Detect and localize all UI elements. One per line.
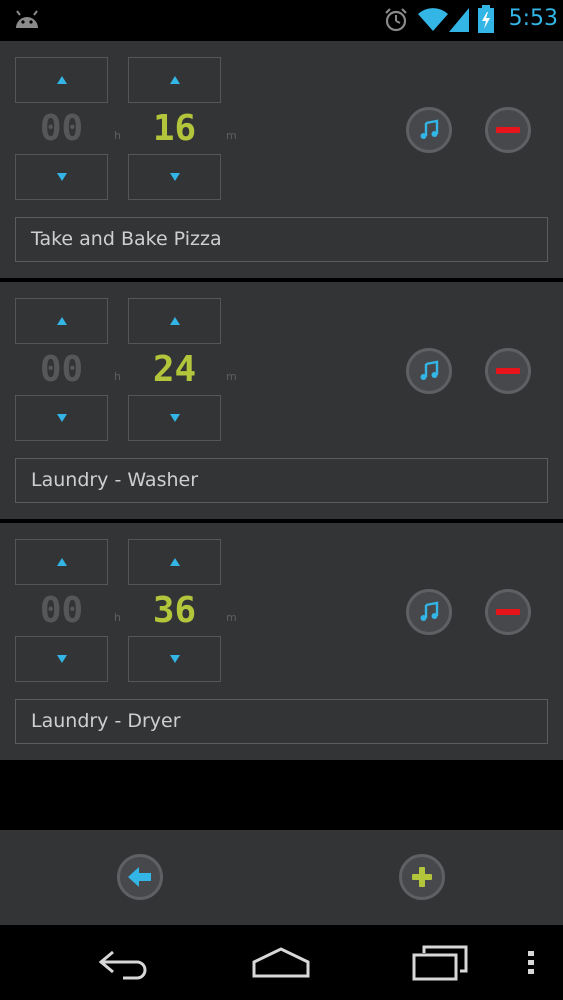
remove-timer-button[interactable] (485, 348, 531, 394)
minutes-value: 16 (152, 108, 197, 149)
triangle-down-icon (169, 655, 180, 663)
sound-button[interactable] (406, 348, 452, 394)
minutes-unit-label: m (226, 611, 237, 624)
minutes-decrement-button[interactable] (128, 154, 221, 200)
minutes-decrement-button[interactable] (128, 636, 221, 682)
hours-decrement-button[interactable] (15, 636, 108, 682)
triangle-up-icon (56, 76, 67, 84)
hours-decrement-button[interactable] (15, 154, 108, 200)
battery-charging-icon (478, 5, 494, 33)
hours-value: 00 (39, 590, 84, 631)
bottom-action-bar (0, 830, 563, 925)
sound-button[interactable] (406, 107, 452, 153)
overflow-menu-icon[interactable] (527, 950, 535, 976)
hours-decrement-button[interactable] (15, 395, 108, 441)
minutes-increment-button[interactable] (128, 539, 221, 585)
back-icon[interactable] (97, 948, 153, 980)
status-clock: 5:53 (508, 6, 558, 31)
minutes-value: 36 (152, 590, 197, 631)
triangle-up-icon (169, 317, 180, 325)
hours-increment-button[interactable] (15, 298, 108, 344)
hours-value: 00 (39, 349, 84, 390)
timer-card: 00 h 16 m Take and Bake Pizza (0, 41, 563, 278)
triangle-down-icon (56, 173, 67, 181)
triangle-down-icon (56, 655, 67, 663)
timer-card: 00 h 36 m Laundry - Dryer (0, 523, 563, 760)
triangle-up-icon (56, 317, 67, 325)
signal-icon (449, 8, 469, 32)
triangle-down-icon (169, 414, 180, 422)
minus-icon (496, 127, 520, 133)
triangle-down-icon (56, 414, 67, 422)
remove-timer-button[interactable] (485, 107, 531, 153)
arrow-left-icon (128, 867, 151, 887)
triangle-up-icon (169, 76, 180, 84)
minus-icon (496, 368, 520, 374)
music-note-icon (420, 360, 439, 380)
timer-name-field[interactable]: Laundry - Dryer (15, 699, 548, 744)
music-note-icon (420, 601, 439, 621)
sound-button[interactable] (406, 589, 452, 635)
android-icon (16, 10, 38, 28)
recent-apps-icon[interactable] (410, 945, 470, 981)
minutes-decrement-button[interactable] (128, 395, 221, 441)
minutes-increment-button[interactable] (128, 298, 221, 344)
minutes-unit-label: m (226, 129, 237, 142)
minutes-unit-label: m (226, 370, 237, 383)
timer-name-field[interactable]: Take and Bake Pizza (15, 217, 548, 262)
triangle-up-icon (169, 558, 180, 566)
minus-icon (496, 609, 520, 615)
add-timer-button[interactable] (399, 854, 445, 900)
alarm-icon (385, 8, 407, 32)
wifi-icon (418, 8, 448, 31)
back-button[interactable] (117, 854, 163, 900)
plus-icon (412, 867, 432, 887)
triangle-up-icon (56, 558, 67, 566)
timer-name-field[interactable]: Laundry - Washer (15, 458, 548, 503)
remove-timer-button[interactable] (485, 589, 531, 635)
triangle-down-icon (169, 173, 180, 181)
hours-increment-button[interactable] (15, 539, 108, 585)
home-icon[interactable] (251, 946, 311, 980)
music-note-icon (420, 119, 439, 139)
hours-increment-button[interactable] (15, 57, 108, 103)
minutes-increment-button[interactable] (128, 57, 221, 103)
system-nav-bar (0, 925, 563, 1000)
hours-unit-label: h (114, 129, 121, 142)
timer-card: 00 h 24 m Laundry - Washer (0, 282, 563, 519)
minutes-value: 24 (152, 349, 197, 390)
hours-unit-label: h (114, 611, 121, 624)
hours-unit-label: h (114, 370, 121, 383)
status-bar: 5:53 (0, 0, 563, 41)
hours-value: 00 (39, 108, 84, 149)
